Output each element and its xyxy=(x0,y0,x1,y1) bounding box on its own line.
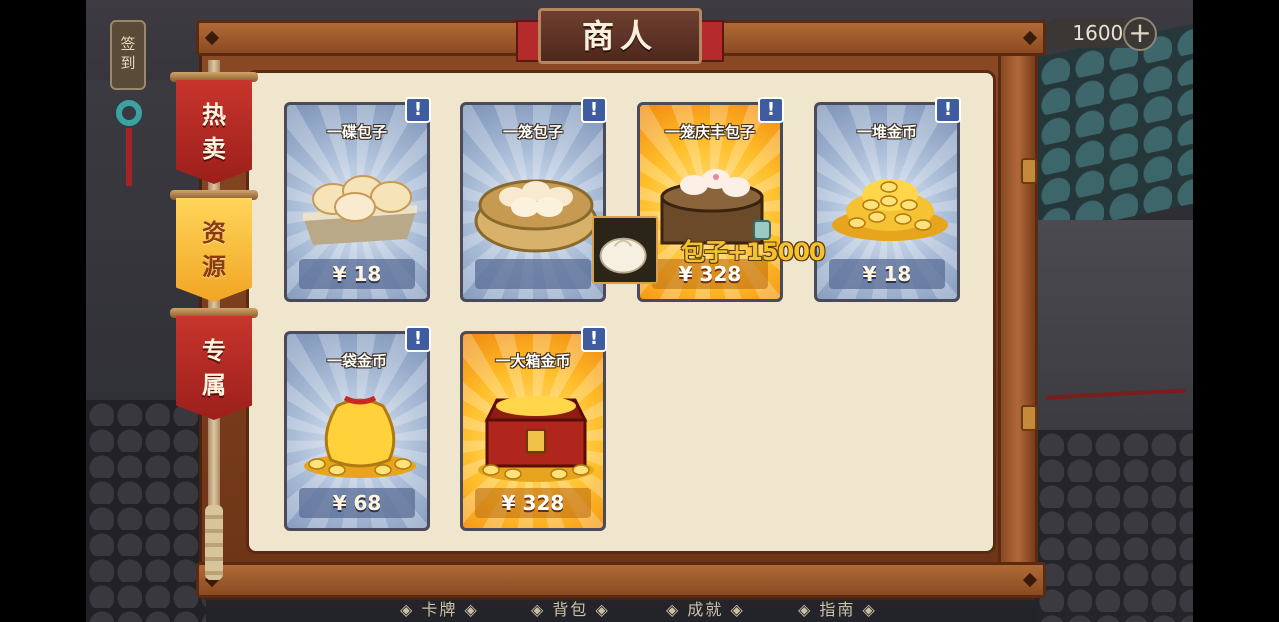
shop-item-plate-buns[interactable]: 一碟包子 ! ¥ 18 xyxy=(284,97,431,302)
background-roof-bottom xyxy=(1036,430,1193,622)
item-name: 一大箱金币 xyxy=(495,352,571,370)
game-screen: 签到 16000 + 商人 热卖 资源 专属 一碟包子 ! ¥ 18 一笼包子 … xyxy=(0,0,1279,622)
title-banner: 商人 xyxy=(516,2,724,64)
plate-buns-icon xyxy=(303,175,417,245)
nav-guide-label: 指南 xyxy=(819,600,856,619)
item-price: ¥ 328 xyxy=(475,488,591,518)
nav-guide[interactable]: ◈ 指南 ◈ xyxy=(798,596,877,620)
tab-hot-label: 热卖 xyxy=(201,101,226,163)
nav-cards[interactable]: ◈ 卡牌 ◈ xyxy=(400,596,479,620)
signin-button[interactable]: 签到 xyxy=(110,20,146,90)
item-name: 一笼包子 xyxy=(502,123,563,141)
tab-exclusive-label: 专属 xyxy=(201,337,226,399)
title-cap-right xyxy=(700,20,724,62)
page-title: 商人 xyxy=(538,8,702,64)
rope-decoration xyxy=(205,505,223,580)
tab-hot[interactable]: 热卖 xyxy=(176,80,252,184)
steamer-buns-icon xyxy=(474,179,598,253)
info-badge-icon[interactable]: ! xyxy=(758,97,784,123)
item-name: 一笼庆丰包子 xyxy=(664,123,755,141)
tab-resources[interactable]: 资源 xyxy=(176,198,252,302)
nav-achievements[interactable]: ◈ 成就 ◈ xyxy=(666,596,745,620)
frame-rivet xyxy=(1022,572,1038,588)
background-roof-left xyxy=(86,400,206,622)
reward-popup-icon xyxy=(592,216,658,284)
info-badge-icon[interactable]: ! xyxy=(581,326,607,352)
plus-icon: + xyxy=(1128,16,1152,49)
item-name: 一碟包子 xyxy=(326,123,387,141)
frame-rivet xyxy=(204,30,220,46)
item-name: 一堆金币 xyxy=(856,123,917,141)
nav-backpack-label: 背包 xyxy=(552,600,589,619)
signin-label: 签到 xyxy=(118,36,137,74)
tassel-icon xyxy=(126,128,132,186)
frame-rivet xyxy=(1022,30,1038,46)
nav-achievements-label: 成就 xyxy=(687,600,724,619)
merchant-scene: 签到 16000 + 商人 热卖 资源 专属 一碟包子 ! ¥ 18 一笼包子 … xyxy=(86,0,1193,622)
bun-icon xyxy=(599,237,647,274)
item-name: 一袋金币 xyxy=(326,352,387,370)
item-price: ¥ 18 xyxy=(829,259,945,289)
treasure-chest-icon xyxy=(478,396,594,482)
frame-post-right xyxy=(998,50,1038,570)
item-price xyxy=(475,259,591,289)
jade-ring-icon xyxy=(116,100,142,126)
nav-backpack[interactable]: ◈ 背包 ◈ xyxy=(531,596,610,620)
shop-item-coin-bag[interactable]: 一袋金币 ! ¥ 68 xyxy=(284,326,431,531)
info-badge-icon[interactable]: ! xyxy=(405,97,431,123)
info-badge-icon[interactable]: ! xyxy=(405,326,431,352)
frame-hinge xyxy=(1021,158,1037,184)
background-roof-right xyxy=(1036,22,1193,238)
shop-item-coin-pile[interactable]: 一堆金币 ! ¥ 18 xyxy=(814,97,961,302)
info-badge-icon[interactable]: ! xyxy=(581,97,607,123)
tab-resources-label: 资源 xyxy=(201,219,226,281)
frame-hinge xyxy=(1021,405,1037,431)
shop-item-qingfeng-buns[interactable]: 一笼庆丰包子 ! ¥ 328 xyxy=(637,97,784,302)
add-currency-button[interactable]: + xyxy=(1123,17,1157,51)
info-badge-icon[interactable]: ! xyxy=(935,97,961,123)
shop-item-steamer-buns[interactable]: 一笼包子 ! xyxy=(460,97,607,302)
reward-popup-text: 包子+15000 xyxy=(681,238,826,266)
item-price: ¥ 18 xyxy=(299,259,415,289)
nav-cards-label: 卡牌 xyxy=(421,600,458,619)
title-cap-left xyxy=(516,20,540,62)
frame-beam-bottom xyxy=(196,562,1046,598)
coin-bag-icon xyxy=(304,395,416,478)
tab-exclusive[interactable]: 专属 xyxy=(176,316,252,420)
item-price: ¥ 68 xyxy=(299,488,415,518)
shop-item-treasure-chest[interactable]: 一大箱金币 ! ¥ 328 xyxy=(460,326,607,531)
coin-pile-icon xyxy=(832,179,948,241)
